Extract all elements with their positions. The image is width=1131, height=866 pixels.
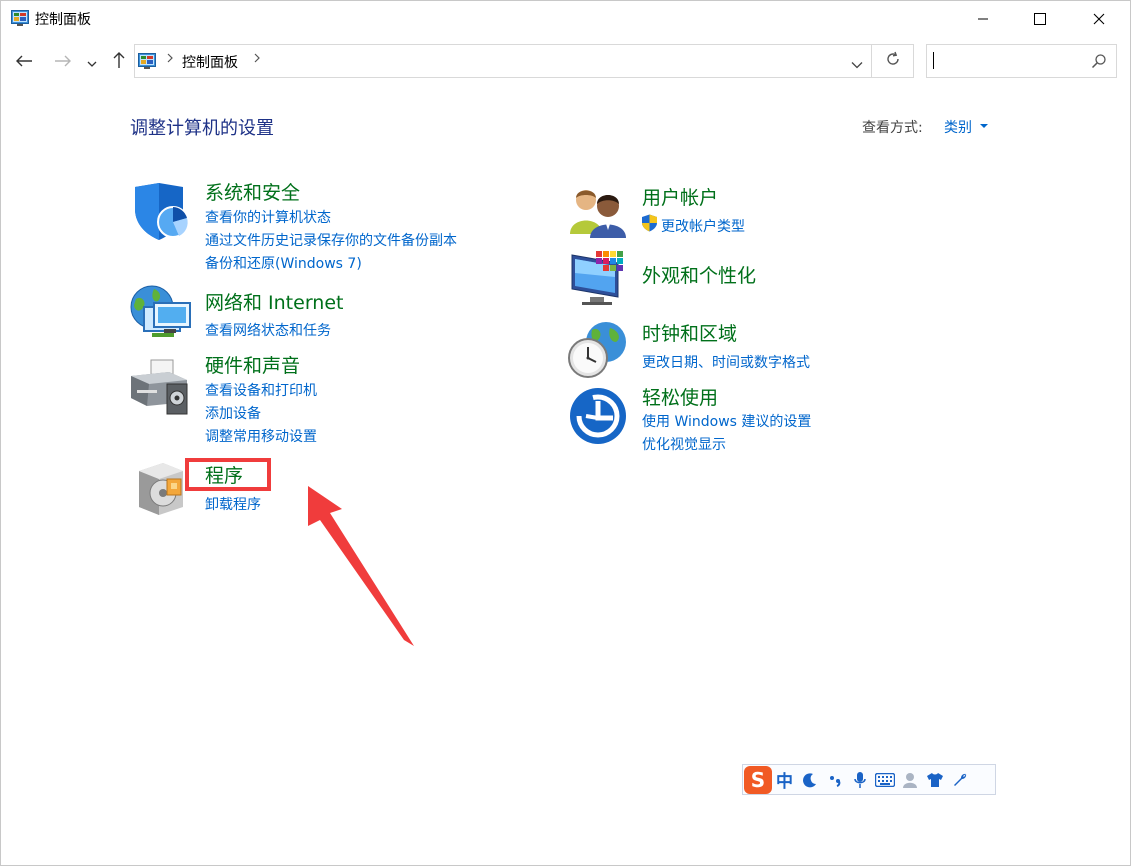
- link-backup-restore[interactable]: 备份和还原(Windows 7): [205, 253, 362, 273]
- address-bar[interactable]: 控制面板: [134, 44, 872, 78]
- printer-speaker-icon[interactable]: [129, 358, 191, 422]
- view-by-label: 查看方式:: [862, 120, 923, 136]
- category-title-hardware-sound[interactable]: 硬件和声音: [205, 351, 300, 378]
- search-input[interactable]: [926, 44, 1117, 78]
- up-arrow-icon: [112, 51, 126, 73]
- sogou-logo-icon[interactable]: S: [744, 765, 772, 794]
- link-file-history-backup[interactable]: 通过文件历史记录保存你的文件备份副本: [205, 230, 457, 250]
- page-title: 调整计算机的设置: [130, 118, 274, 139]
- breadcrumb-control-panel[interactable]: 控制面板: [182, 52, 238, 72]
- ime-mode-toggle[interactable]: 中: [772, 766, 797, 794]
- window-title: 控制面板: [35, 12, 91, 28]
- shirt-icon[interactable]: [922, 766, 947, 794]
- maximize-icon: [1034, 10, 1046, 29]
- user-accounts-icon[interactable]: [570, 186, 628, 242]
- network-globe-icon[interactable]: [128, 285, 192, 349]
- address-history-dropdown-icon[interactable]: [851, 54, 863, 73]
- user-icon[interactable]: [897, 766, 922, 794]
- microphone-icon[interactable]: [847, 766, 872, 794]
- minimize-icon: [977, 10, 989, 29]
- link-change-account-type[interactable]: 更改帐户类型: [661, 216, 745, 236]
- link-change-date-time-format[interactable]: 更改日期、时间或数字格式: [642, 352, 810, 372]
- category-title-ease-of-access[interactable]: 轻松使用: [642, 383, 718, 410]
- control-panel-icon: [138, 53, 156, 69]
- link-mobility-settings[interactable]: 调整常用移动设置: [205, 426, 317, 446]
- view-by-dropdown[interactable]: 类别: [944, 117, 972, 137]
- breadcrumb-separator-icon[interactable]: [253, 51, 261, 69]
- ime-toolbar: S 中: [742, 764, 996, 795]
- back-button[interactable]: [12, 48, 36, 76]
- uac-shield-icon: [641, 214, 658, 236]
- maximize-button[interactable]: [1017, 0, 1063, 38]
- programs-disc-icon[interactable]: [137, 461, 187, 521]
- link-add-device[interactable]: 添加设备: [205, 403, 261, 423]
- category-title-clock-region[interactable]: 时钟和区域: [642, 319, 737, 346]
- link-network-status[interactable]: 查看网络状态和任务: [205, 320, 331, 340]
- chevron-down-icon: [87, 53, 97, 72]
- text-cursor: [933, 52, 934, 69]
- breadcrumb-separator-icon[interactable]: [166, 51, 174, 69]
- ease-of-access-icon[interactable]: [569, 387, 627, 449]
- forward-button[interactable]: [51, 48, 75, 76]
- refresh-icon: [885, 51, 901, 71]
- search-icon[interactable]: [1091, 53, 1107, 73]
- appearance-monitor-icon[interactable]: [570, 249, 630, 311]
- refresh-button[interactable]: [872, 44, 914, 78]
- close-icon: [1093, 10, 1105, 29]
- up-button[interactable]: [107, 48, 131, 76]
- category-title-system-security[interactable]: 系统和安全: [205, 178, 300, 205]
- control-panel-icon: [11, 10, 29, 26]
- punctuation-icon[interactable]: [822, 766, 847, 794]
- keyboard-icon[interactable]: [872, 766, 897, 794]
- minimize-button[interactable]: [960, 0, 1006, 38]
- link-optimize-visual-display[interactable]: 优化视觉显示: [642, 434, 726, 454]
- category-title-appearance-personalization[interactable]: 外观和个性化: [642, 261, 756, 288]
- system-security-shield-icon[interactable]: [131, 183, 191, 245]
- close-button[interactable]: [1076, 0, 1122, 38]
- category-title-programs[interactable]: 程序: [205, 461, 243, 488]
- back-arrow-icon: [15, 53, 33, 72]
- moon-icon[interactable]: [797, 766, 822, 794]
- recent-locations-button[interactable]: [82, 48, 102, 76]
- category-title-user-accounts[interactable]: 用户帐户: [642, 183, 718, 210]
- link-devices-printers[interactable]: 查看设备和打印机: [205, 380, 317, 400]
- wrench-icon[interactable]: [947, 766, 972, 794]
- link-uninstall-program[interactable]: 卸载程序: [205, 494, 261, 514]
- forward-arrow-icon: [54, 53, 72, 72]
- link-view-computer-status[interactable]: 查看你的计算机状态: [205, 207, 331, 227]
- link-recommended-settings[interactable]: 使用 Windows 建议的设置: [642, 411, 811, 431]
- title-bar: 控制面板: [0, 0, 1131, 38]
- clock-globe-icon[interactable]: [566, 320, 628, 384]
- view-by-caret-icon[interactable]: [980, 124, 988, 128]
- category-title-network-internet[interactable]: 网络和 Internet: [205, 288, 343, 315]
